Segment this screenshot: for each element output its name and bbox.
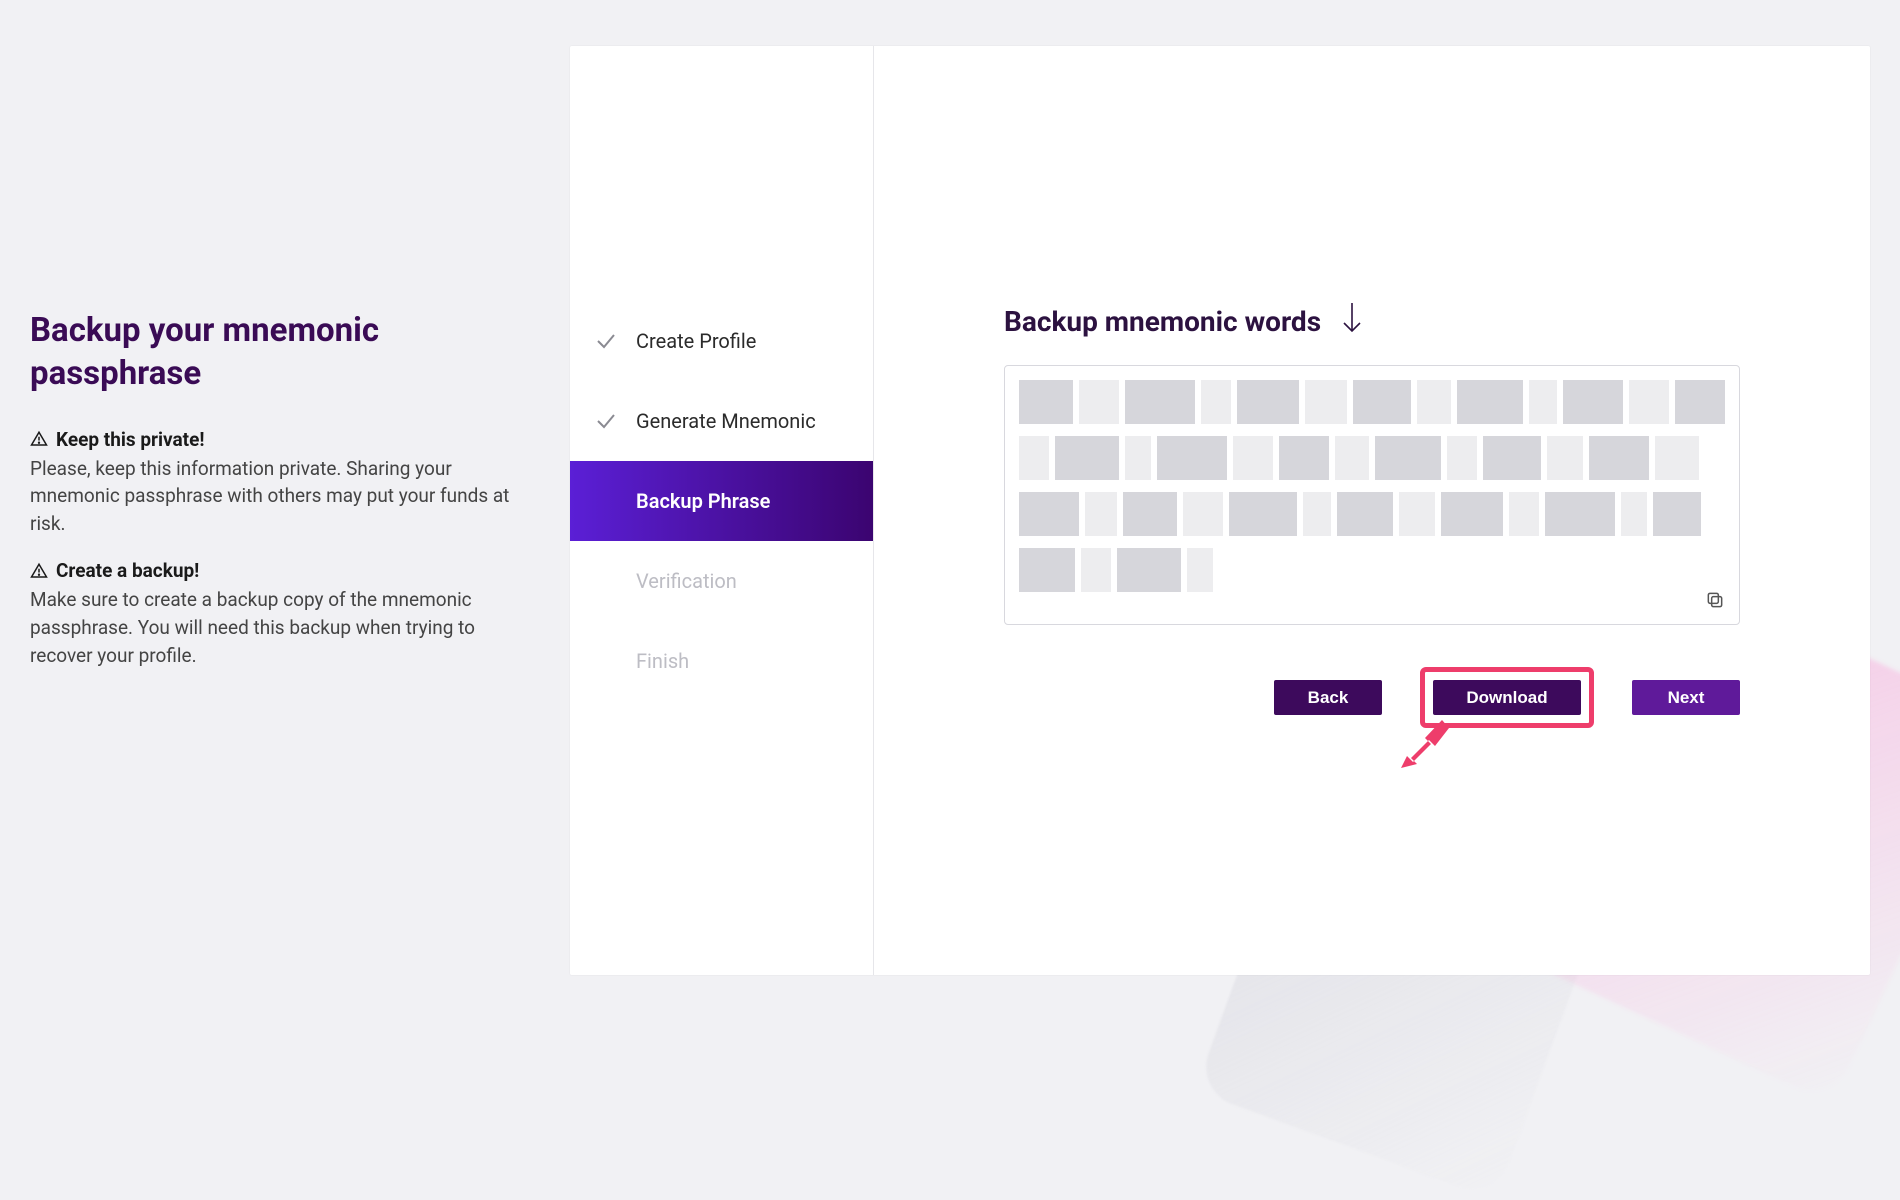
steps-sidebar: Create Profile Generate Mnemonic Backup … bbox=[570, 46, 874, 975]
step-label: Finish bbox=[636, 649, 689, 673]
annotation-arrow-icon bbox=[1387, 708, 1457, 778]
download-highlight: Download bbox=[1420, 667, 1594, 728]
wizard-card: Create Profile Generate Mnemonic Backup … bbox=[570, 46, 1870, 975]
back-button[interactable]: Back bbox=[1274, 680, 1382, 715]
warning-text: Make sure to create a backup copy of the… bbox=[30, 586, 510, 669]
checkmark-icon bbox=[594, 409, 618, 433]
warning-block: Create a backup! Make sure to create a b… bbox=[30, 559, 510, 669]
warning-text: Please, keep this information private. S… bbox=[30, 455, 510, 538]
step-backup-phrase[interactable]: Backup Phrase bbox=[570, 461, 873, 541]
warning-block: Keep this private! Please, keep this inf… bbox=[30, 428, 510, 538]
page-title: Backup your mnemonic passphrase bbox=[30, 310, 510, 396]
step-finish: Finish bbox=[570, 621, 873, 701]
warning-triangle-icon bbox=[30, 430, 48, 448]
warning-heading: Create a backup! bbox=[56, 559, 199, 582]
warning-heading: Keep this private! bbox=[56, 428, 205, 451]
copy-icon bbox=[1705, 590, 1725, 614]
step-label: Backup Phrase bbox=[636, 489, 770, 513]
step-generate-mnemonic[interactable]: Generate Mnemonic bbox=[570, 381, 873, 461]
mnemonic-words-box bbox=[1004, 365, 1740, 625]
button-row: Back Download Next bbox=[1004, 667, 1740, 728]
next-button[interactable]: Next bbox=[1632, 680, 1740, 715]
checkmark-icon bbox=[594, 329, 618, 353]
warning-triangle-icon bbox=[30, 562, 48, 580]
step-verification: Verification bbox=[570, 541, 873, 621]
arrow-down-icon bbox=[1339, 301, 1365, 341]
info-panel: Backup your mnemonic passphrase Keep thi… bbox=[30, 0, 570, 975]
main-content: Backup mnemonic words bbox=[874, 46, 1870, 975]
step-label: Generate Mnemonic bbox=[636, 409, 816, 433]
copy-button[interactable] bbox=[1701, 588, 1729, 616]
step-create-profile[interactable]: Create Profile bbox=[570, 301, 873, 381]
section-title: Backup mnemonic words bbox=[1004, 305, 1321, 338]
mnemonic-redacted-content bbox=[1019, 380, 1725, 592]
step-label: Create Profile bbox=[636, 329, 756, 353]
step-label: Verification bbox=[636, 569, 737, 593]
